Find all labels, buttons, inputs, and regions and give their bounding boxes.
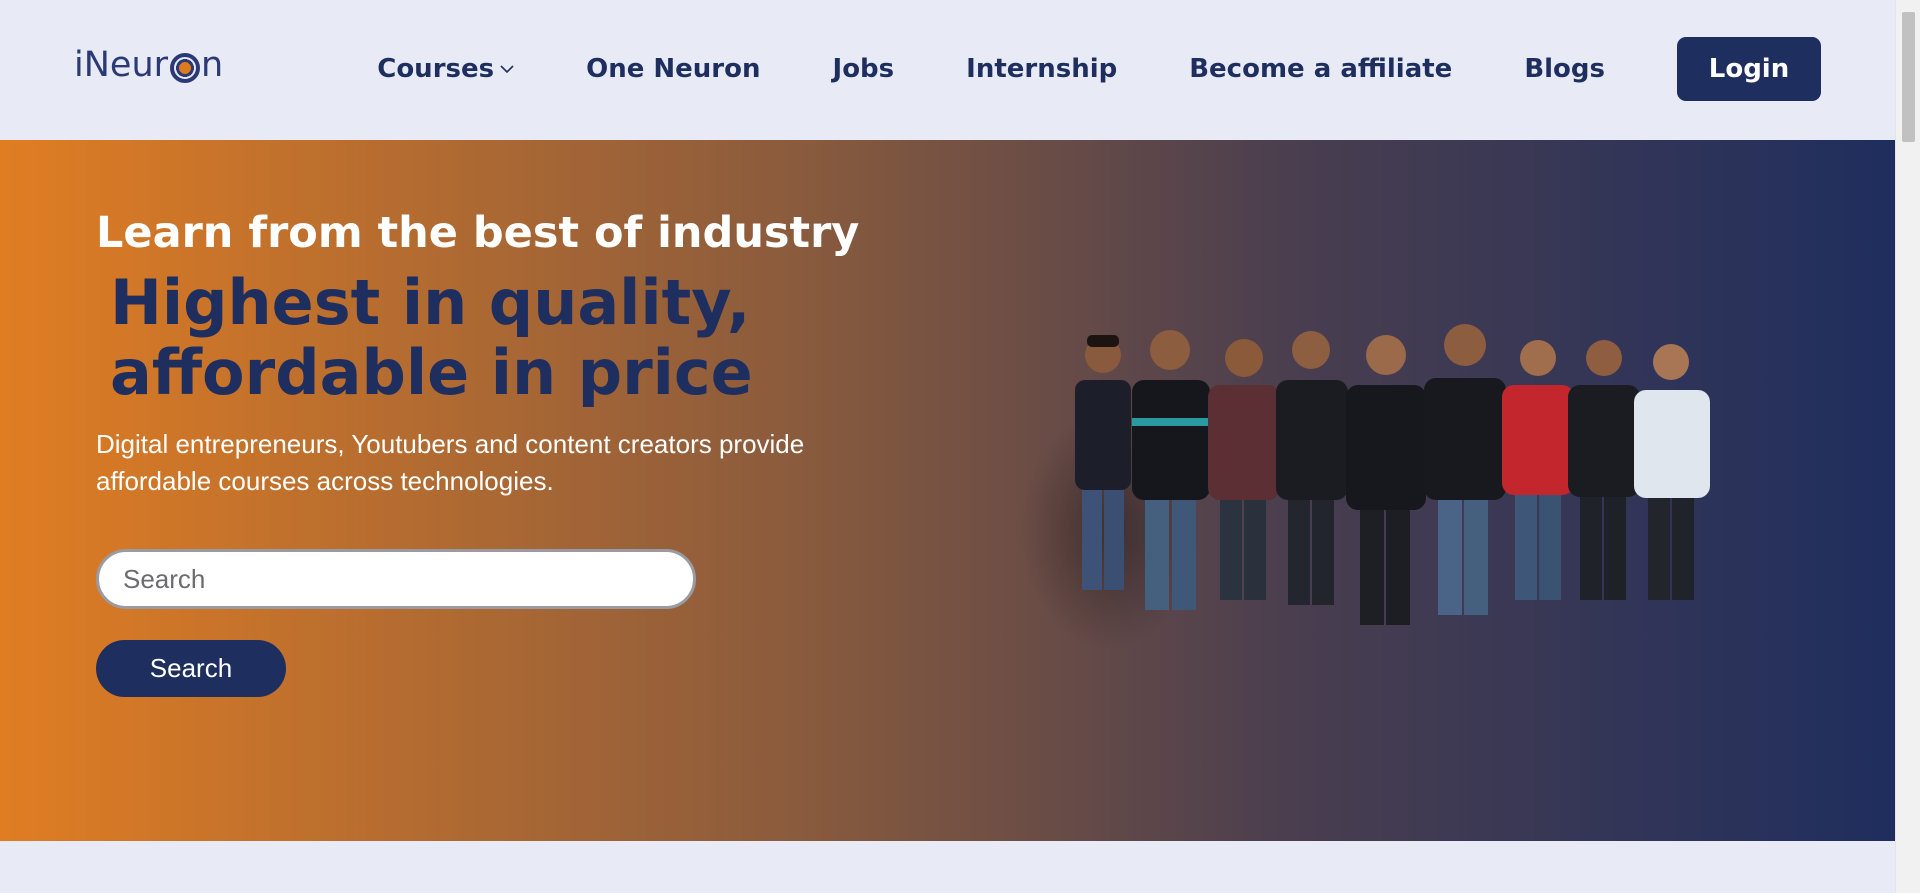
hero-headline-line2: affordable in price bbox=[110, 336, 753, 409]
ineuron-logo[interactable]: iNeur n bbox=[74, 40, 223, 90]
nav-blogs[interactable]: Blogs bbox=[1524, 54, 1605, 84]
login-button[interactable]: Login bbox=[1677, 37, 1821, 101]
search-button[interactable]: Search bbox=[96, 640, 286, 697]
team-photo bbox=[1020, 324, 1710, 650]
nav-become-affiliate[interactable]: Become a affiliate bbox=[1189, 54, 1452, 84]
search-input[interactable] bbox=[96, 549, 696, 609]
site-header: iNeur n Courses One Neuron Jobs Internshi… bbox=[0, 0, 1895, 140]
scrollbar-thumb[interactable] bbox=[1902, 12, 1915, 142]
logo-text-left: iNeur bbox=[74, 45, 169, 85]
hero-description: Digital entrepreneurs, Youtubers and con… bbox=[96, 429, 805, 496]
logo-ring-icon bbox=[170, 53, 201, 83]
main-nav: Courses One Neuron Jobs Internship Becom… bbox=[377, 37, 1821, 101]
logo-text-right: n bbox=[201, 45, 224, 85]
person-6 bbox=[1424, 324, 1506, 615]
hero-kicker: Learn from the best of industry bbox=[96, 208, 860, 258]
page-scrollbar[interactable] bbox=[1895, 0, 1920, 893]
person-7 bbox=[1502, 340, 1574, 600]
nav-courses-label: Courses bbox=[377, 54, 495, 84]
hero-headline: Highest in quality, affordable in price bbox=[110, 268, 810, 408]
hero-section: Learn from the best of industry Highest … bbox=[0, 140, 1895, 841]
nav-jobs[interactable]: Jobs bbox=[833, 54, 895, 84]
nav-internship[interactable]: Internship bbox=[966, 54, 1117, 84]
hero-headline-line1: Highest in quality, bbox=[110, 266, 751, 339]
person-5 bbox=[1346, 335, 1426, 625]
page: iNeur n Courses One Neuron Jobs Internshi… bbox=[0, 0, 1895, 893]
person-9 bbox=[1634, 344, 1710, 600]
nav-courses[interactable]: Courses bbox=[377, 54, 514, 84]
person-4 bbox=[1276, 331, 1348, 605]
nav-one-neuron[interactable]: One Neuron bbox=[586, 54, 760, 84]
chevron-down-icon bbox=[500, 65, 514, 74]
person-3 bbox=[1208, 339, 1280, 600]
person-8 bbox=[1568, 340, 1640, 600]
